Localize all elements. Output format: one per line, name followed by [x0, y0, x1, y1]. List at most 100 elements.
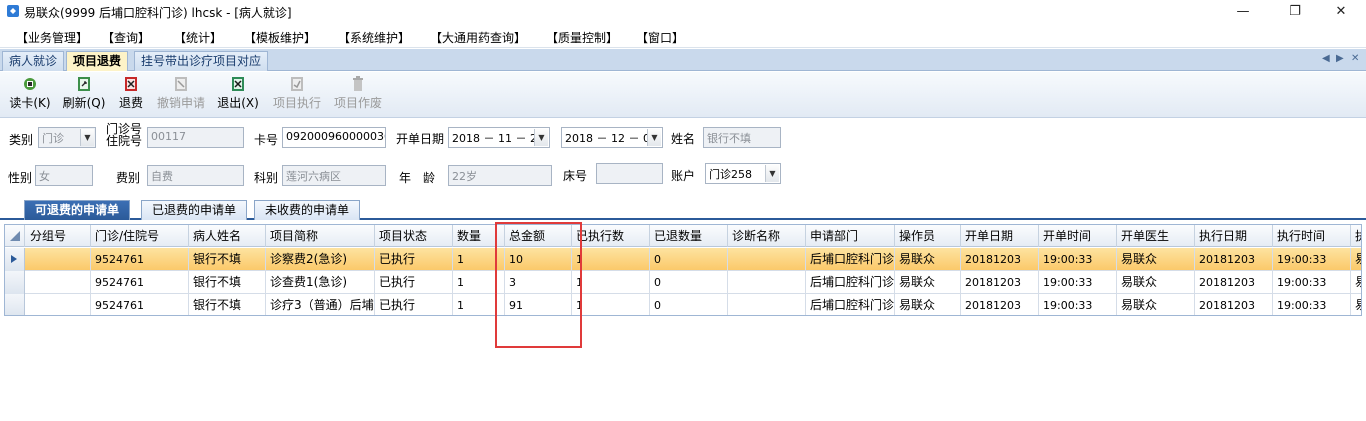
refund-icon [125, 77, 137, 91]
cell-open-time: 19:00:33 [1039, 248, 1117, 271]
outpatient-number-field[interactable]: 00117 [147, 127, 244, 148]
request-grid[interactable]: 分组号 门诊/住院号 病人姓名 项目简称 项目状态 数量 总金额 已执行数 已退… [4, 224, 1362, 316]
menu-bar: 【业务管理】 【查询】 【统计】 【模板维护】 【系统维护】 【大通用药查询】 … [0, 24, 1366, 48]
tab-registration-items[interactable]: 挂号带出诊疗项目对应 [134, 51, 269, 71]
table-row[interactable]: 9524761 银行不填 诊查费1(急诊) 已执行 1 3 1 0 后埔口腔科门… [5, 271, 1361, 294]
department-field[interactable]: 莲河六病区 [282, 165, 386, 186]
read-card-button[interactable]: 读卡(K) [8, 76, 52, 116]
card-number-field[interactable]: 09200096000003611 [282, 127, 386, 148]
age-field[interactable]: 22岁 [448, 165, 552, 186]
col-open-doctor[interactable]: 开单医生 [1117, 225, 1195, 247]
execute-item-button[interactable]: 项目执行 [272, 76, 322, 116]
row-header[interactable] [5, 294, 25, 315]
table-row[interactable]: 9524761 银行不填 诊疗3（普通）后埔 已执行 1 91 1 0 后埔口腔… [5, 294, 1361, 315]
chevron-down-icon[interactable]: ▼ [765, 165, 779, 182]
col-diagnosis[interactable]: 诊断名称 [728, 225, 806, 247]
cell-group-no [26, 271, 91, 294]
cell-exec-more: 易 [1351, 271, 1361, 294]
tab-close-icon[interactable]: ✕ [1351, 53, 1359, 64]
col-refunded-qty[interactable]: 已退数量 [650, 225, 728, 247]
cell-diagnosis [728, 248, 806, 271]
cell-refunded-qty: 0 [650, 294, 728, 315]
void-item-button[interactable]: 项目作废 [333, 76, 383, 116]
cell-executed-count: 1 [572, 248, 650, 271]
window-title: 易联众(9999 后埔口腔科门诊) lhcsk - [病人就诊] [24, 6, 292, 20]
col-open-time[interactable]: 开单时间 [1039, 225, 1117, 247]
cell-group-no [26, 248, 91, 271]
maximize-button[interactable]: ❐ [1280, 2, 1310, 22]
patient-form: 类别 门诊 ▼ 门诊号 住院号 00117 卡号 092000960000036… [0, 119, 1366, 197]
col-exec-time[interactable]: 执行时间 [1273, 225, 1351, 247]
col-item-name[interactable]: 项目简称 [266, 225, 375, 247]
menu-system[interactable]: 【系统维护】 [338, 29, 410, 46]
date-to-value: 2018 － 12 － 03 [565, 132, 657, 145]
menu-window[interactable]: 【窗口】 [636, 29, 684, 46]
refresh-button[interactable]: 刷新(Q) [60, 76, 108, 116]
cell-exec-time: 19:00:33 [1273, 248, 1351, 271]
minimize-button[interactable]: — [1228, 2, 1258, 22]
col-request-dept[interactable]: 申请部门 [806, 225, 895, 247]
menu-statistics[interactable]: 【统计】 [174, 29, 222, 46]
request-tabs: 可退费的申请单 已退费的申请单 未收费的申请单 [0, 198, 1366, 220]
tab-patient-visit[interactable]: 病人就诊 [2, 51, 65, 71]
chevron-down-icon[interactable]: ▼ [647, 129, 661, 146]
cell-exec-more: 易 [1351, 248, 1361, 271]
cell-item-status: 已执行 [375, 271, 453, 294]
col-exec-more[interactable]: 执 [1351, 225, 1361, 247]
name-field[interactable]: 银行不填 [703, 127, 781, 148]
col-visit-no[interactable]: 门诊/住院号 [91, 225, 189, 247]
exit-button[interactable]: 退出(X) [216, 76, 260, 116]
document-tabstrip: 病人就诊 项目退费 挂号带出诊疗项目对应 ◀ ▶ ✕ [0, 49, 1366, 71]
menu-business[interactable]: 【业务管理】 [16, 29, 88, 46]
menu-quality[interactable]: 【质量控制】 [546, 29, 618, 46]
col-item-status[interactable]: 项目状态 [375, 225, 453, 247]
col-patient-name[interactable]: 病人姓名 [189, 225, 266, 247]
menu-drug-query[interactable]: 【大通用药查询】 [430, 29, 526, 46]
cell-exec-date: 20181203 [1195, 294, 1273, 315]
cell-open-doctor: 易联众 [1117, 271, 1195, 294]
col-exec-date[interactable]: 执行日期 [1195, 225, 1273, 247]
tab-item-refund[interactable]: 项目退费 [66, 51, 129, 71]
grid-header: 分组号 门诊/住院号 病人姓名 项目简称 项目状态 数量 总金额 已执行数 已退… [5, 225, 1361, 247]
account-select[interactable]: 门诊258 ▼ [705, 163, 781, 184]
col-open-date[interactable]: 开单日期 [961, 225, 1039, 247]
tab-refunded-requests[interactable]: 已退费的申请单 [141, 200, 248, 220]
current-row-icon [11, 255, 17, 263]
fee-type-field[interactable]: 自费 [147, 165, 244, 186]
tab-prev-icon[interactable]: ◀ [1322, 53, 1330, 64]
row-header[interactable] [5, 248, 25, 271]
chevron-down-icon[interactable]: ▼ [80, 129, 94, 146]
date-to-field[interactable]: 2018 － 12 － 03 ▼ [561, 127, 663, 148]
cell-open-time: 19:00:33 [1039, 271, 1117, 294]
open-date-label: 开单日期 [396, 132, 445, 146]
cell-item-name: 诊查费1(急诊) [266, 271, 375, 294]
tab-unpaid-requests[interactable]: 未收费的申请单 [254, 200, 361, 220]
cancel-request-button[interactable]: 撤销申请 [156, 76, 206, 116]
menu-template[interactable]: 【模板维护】 [244, 29, 316, 46]
refund-button[interactable]: 退费 [116, 76, 146, 116]
tab-next-icon[interactable]: ▶ [1336, 53, 1344, 64]
cell-open-doctor: 易联众 [1117, 294, 1195, 315]
select-all-corner[interactable] [5, 225, 25, 247]
row-header[interactable] [5, 271, 25, 294]
close-button[interactable]: ✕ [1326, 2, 1356, 22]
bed-field[interactable] [596, 163, 663, 184]
gender-field[interactable]: 女 [35, 165, 93, 186]
chevron-down-icon[interactable]: ▼ [534, 129, 548, 146]
col-group-no[interactable]: 分组号 [26, 225, 91, 247]
cell-visit-no: 9524761 [91, 271, 189, 294]
tab-refundable-requests[interactable]: 可退费的申请单 [24, 200, 131, 220]
card-reader-icon [24, 78, 36, 90]
menu-query[interactable]: 【查询】 [102, 29, 150, 46]
category-select[interactable]: 门诊 ▼ [38, 127, 96, 148]
table-row[interactable]: 9524761 银行不填 诊察费2(急诊) 已执行 1 10 1 0 后埔口腔科… [5, 248, 1361, 271]
col-executed-count[interactable]: 已执行数 [572, 225, 650, 247]
date-from-field[interactable]: 2018 － 11 － 26 ▼ [448, 127, 550, 148]
cell-diagnosis [728, 294, 806, 315]
cell-exec-more: 易 [1351, 294, 1361, 315]
cell-visit-no: 9524761 [91, 294, 189, 315]
execute-icon [291, 77, 303, 91]
annotation-highlight-box [495, 222, 582, 348]
outpatient-label: 门诊号 住院号 [106, 123, 142, 147]
col-operator[interactable]: 操作员 [895, 225, 961, 247]
